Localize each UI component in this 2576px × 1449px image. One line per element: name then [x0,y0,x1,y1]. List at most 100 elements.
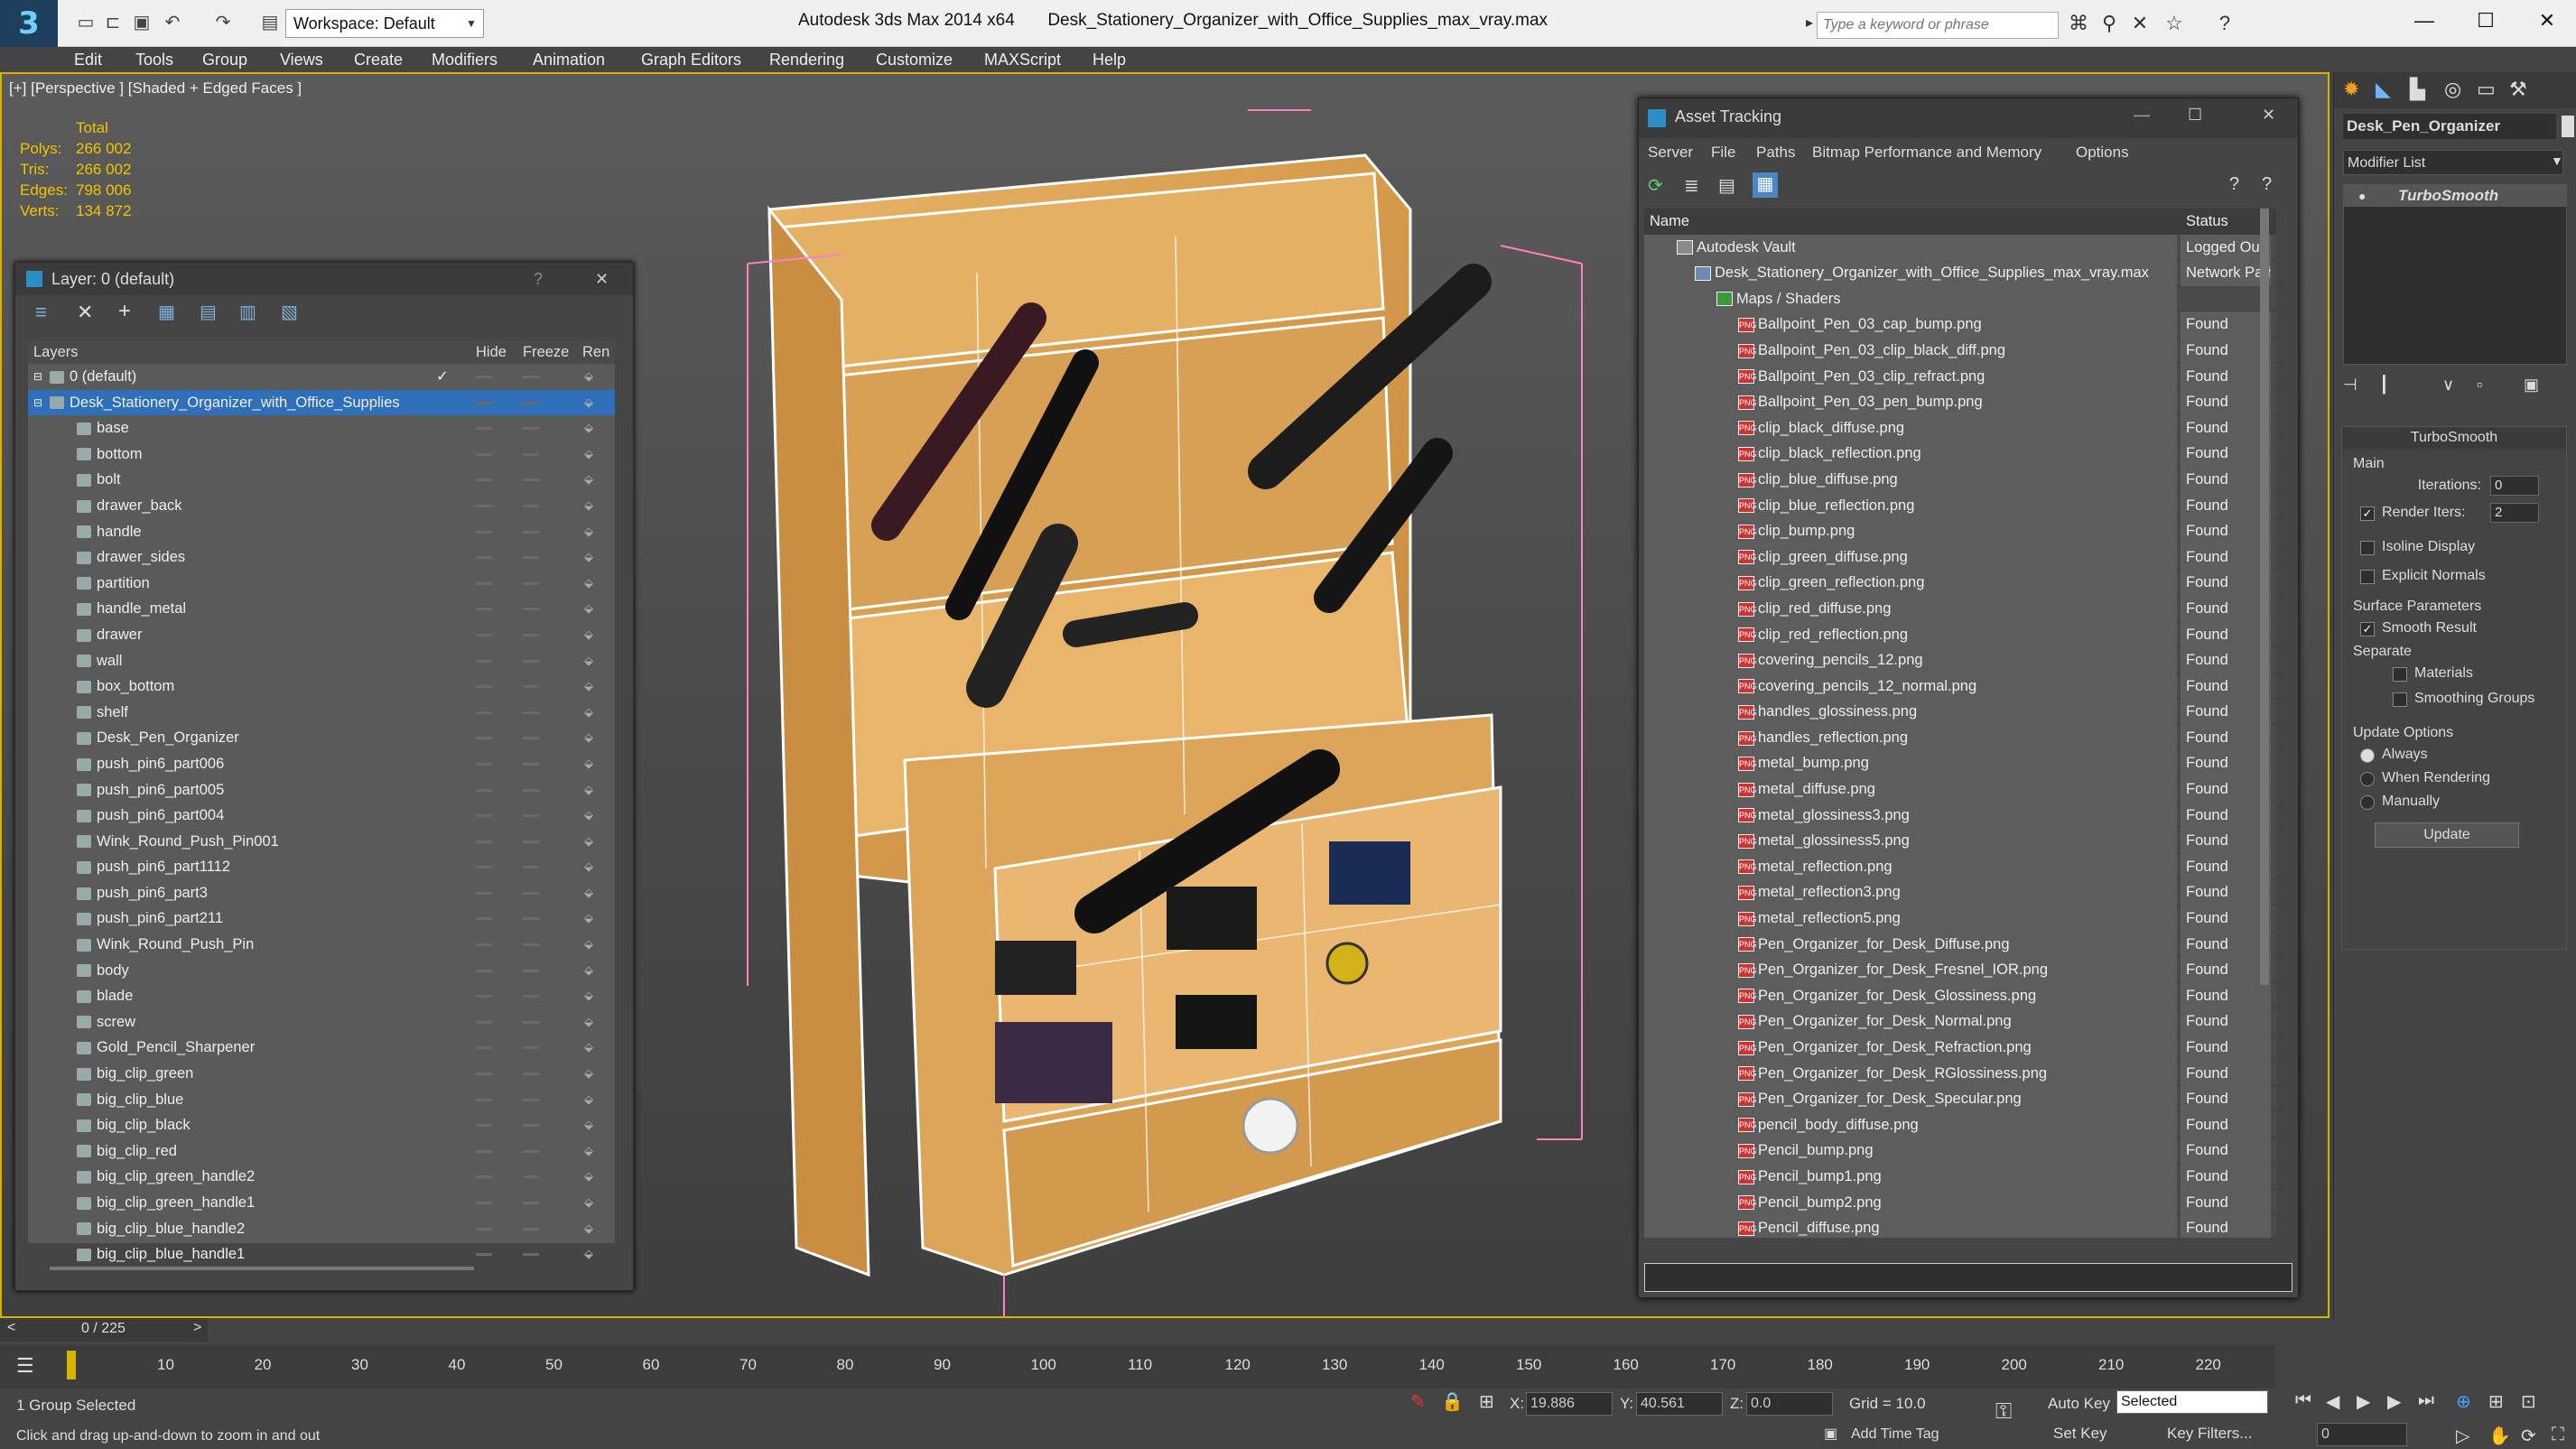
orbit-icon[interactable]: ⟳ [2521,1425,2536,1447]
table-row[interactable]: PNGcovering_pencils_12_normal.png Found [1644,673,2276,700]
freeze-toggle[interactable] [523,814,539,818]
play-icon[interactable]: ▶ [2357,1390,2370,1413]
freeze-toggle[interactable] [523,556,539,560]
freeze-toggle[interactable] [523,866,539,869]
menu-help[interactable]: Help [1093,47,1126,72]
help-icon[interactable]: ? [2229,174,2239,195]
hide-toggle[interactable] [476,866,492,869]
menu-animation[interactable]: Animation [533,47,605,72]
refresh-icon[interactable]: ⟳ [1648,174,1663,197]
freeze-toggle[interactable] [523,1175,539,1179]
close-icon[interactable]: ✕ [2516,0,2576,42]
render-toggle-icon[interactable]: ⬙ [584,544,593,571]
table-row[interactable]: PNGPen_Organizer_for_Desk_Refraction.png… [1644,1035,2276,1061]
layer-row[interactable]: push_pin6_part006 ⬙ [28,751,615,777]
layer-row[interactable]: wall ⬙ [28,648,615,674]
table-row[interactable]: PNGmetal_reflection3.png Found [1644,879,2276,906]
display-tab-icon[interactable]: ▭ [2477,78,2496,101]
table-row[interactable]: PNGmetal_glossiness3.png Found [1644,802,2276,829]
hide-toggle[interactable] [476,685,492,689]
materials-checkbox[interactable] [2393,667,2407,682]
hide-toggle[interactable] [476,401,492,404]
hide-toggle[interactable] [476,788,492,792]
table-row[interactable]: PNGBallpoint_Pen_03_clip_refract.png Foun… [1644,363,2276,390]
hide-toggle[interactable] [476,478,492,482]
layer-list[interactable]: Layers Hide Freeze Ren 0 (default) ⊟ ⬙ ✓ Des… [28,340,615,1262]
subscription-icon[interactable]: ⚲ [2097,11,2122,36]
table-row[interactable]: PNGclip_green_diffuse.png Found [1644,543,2276,571]
close-icon[interactable]: ✕ [595,263,609,295]
menu-tools[interactable]: Tools [135,47,173,72]
render-toggle-icon[interactable]: ⬙ [584,983,593,1009]
hide-toggle[interactable] [476,608,492,611]
table-row[interactable]: PNGclip_red_reflection.png Found [1644,621,2276,648]
hide-toggle[interactable] [476,891,492,895]
table-row[interactable]: PNGBallpoint_Pen_03_clip_black_diff.png F… [1644,337,2276,364]
modifier-stack[interactable]: ● TurboSmooth [2343,184,2567,365]
layer-row[interactable]: push_pin6_part1112 ⬙ [28,854,615,880]
table-row[interactable]: PNGclip_black_reflection.png Found [1644,441,2276,467]
render-toggle-icon[interactable]: ⬙ [584,596,593,622]
bulb-icon[interactable]: ● [2358,185,2366,207]
menu-modifiers[interactable]: Modifiers [432,47,498,72]
freeze-toggle[interactable] [523,1098,539,1101]
hide-all-icon[interactable]: ▥ [239,301,256,323]
minimize-icon[interactable]: — [2134,106,2150,125]
layer-row[interactable]: big_clip_blue ⬙ [28,1087,615,1113]
thumbnail-view-icon[interactable]: ▤ [1718,174,1735,197]
previous-key-icon[interactable]: ◀ [2326,1390,2339,1413]
table-row[interactable]: PNGPen_Organizer_for_Desk_Normal.png Foun… [1644,1008,2276,1035]
current-layer-check-icon[interactable]: ✓ [436,364,449,390]
configure-sets-icon[interactable]: ▣ [2524,376,2539,395]
layer-row[interactable]: blade ⬙ [28,983,615,1009]
layer-row[interactable]: big_clip_green ⬙ [28,1061,615,1087]
pick-icon[interactable]: ✎ [1410,1390,1426,1413]
freeze-toggle[interactable] [523,1149,539,1153]
col-layers[interactable]: Layers [33,340,79,364]
key-mode-dropdown[interactable]: Selected [2116,1390,2268,1414]
freeze-toggle[interactable] [523,737,539,740]
smooth-result-checkbox[interactable]: ✓ [2360,622,2375,636]
chevron-down-icon[interactable]: ▼ [2551,153,2563,168]
hide-toggle[interactable] [476,1046,492,1050]
table-row[interactable]: PNGmetal_glossiness5.png Found [1644,828,2276,854]
freeze-all-icon[interactable]: ▧ [281,301,298,323]
freeze-toggle[interactable] [523,891,539,895]
freeze-toggle[interactable] [523,969,539,972]
render-toggle-icon[interactable]: ⬙ [584,1216,593,1242]
rollout-header[interactable]: TurboSmooth [2342,427,2566,449]
delete-layer-icon[interactable]: ✕ [77,301,93,324]
horizontal-scrollbar[interactable] [50,1267,474,1270]
hide-toggle[interactable] [476,530,492,534]
freeze-toggle[interactable] [523,943,539,947]
asset-tracking-window[interactable]: Asset Tracking — ☐ ✕ Server File Paths B… [1638,98,2299,1298]
freeze-toggle[interactable] [523,711,539,714]
layer-row[interactable]: handle_metal ⬙ [28,596,615,622]
col-hide[interactable]: Hide [476,340,507,364]
freeze-toggle[interactable] [523,478,539,482]
layer-row[interactable]: Desk_Pen_Organizer ⬙ [28,725,615,751]
project-folder-icon[interactable]: ▤ [258,11,282,34]
table-row[interactable]: PNGPen_Organizer_for_Desk_RGlossiness.pn… [1644,1060,2276,1087]
absolute-mode-icon[interactable]: ⊞ [1479,1390,1494,1413]
layer-row[interactable]: screw ⬙ [28,1009,615,1036]
hide-toggle[interactable] [476,1175,492,1179]
freeze-toggle[interactable] [523,401,539,404]
auto-key-button[interactable]: Auto Key [2048,1395,2110,1413]
render-toggle-icon[interactable]: ⬙ [584,777,593,803]
isoline-checkbox[interactable] [2360,541,2375,555]
table-row[interactable]: PNGBallpoint_Pen_03_pen_bump.png Found [1644,389,2276,415]
hide-toggle[interactable] [476,917,492,921]
freeze-toggle[interactable] [523,376,539,378]
render-toggle-icon[interactable]: ⬙ [584,415,593,441]
update-button[interactable]: Update [2375,822,2519,848]
time-marker[interactable] [67,1351,76,1379]
maximize-viewport-icon[interactable]: ⛶ [2552,1425,2564,1445]
list-view-icon[interactable]: ≣ [1684,174,1699,197]
freeze-toggle[interactable] [523,504,539,507]
table-row[interactable]: PNGBallpoint_Pen_03_cap_bump.png Found [1644,311,2276,338]
freeze-toggle[interactable] [523,1202,539,1204]
table-row[interactable]: PNGhandles_glossiness.png Found [1644,699,2276,725]
table-row[interactable]: PNGPen_Organizer_for_Desk_Fresnel_IOR.pn… [1644,957,2276,983]
layer-row[interactable]: box_bottom ⬙ [28,673,615,700]
